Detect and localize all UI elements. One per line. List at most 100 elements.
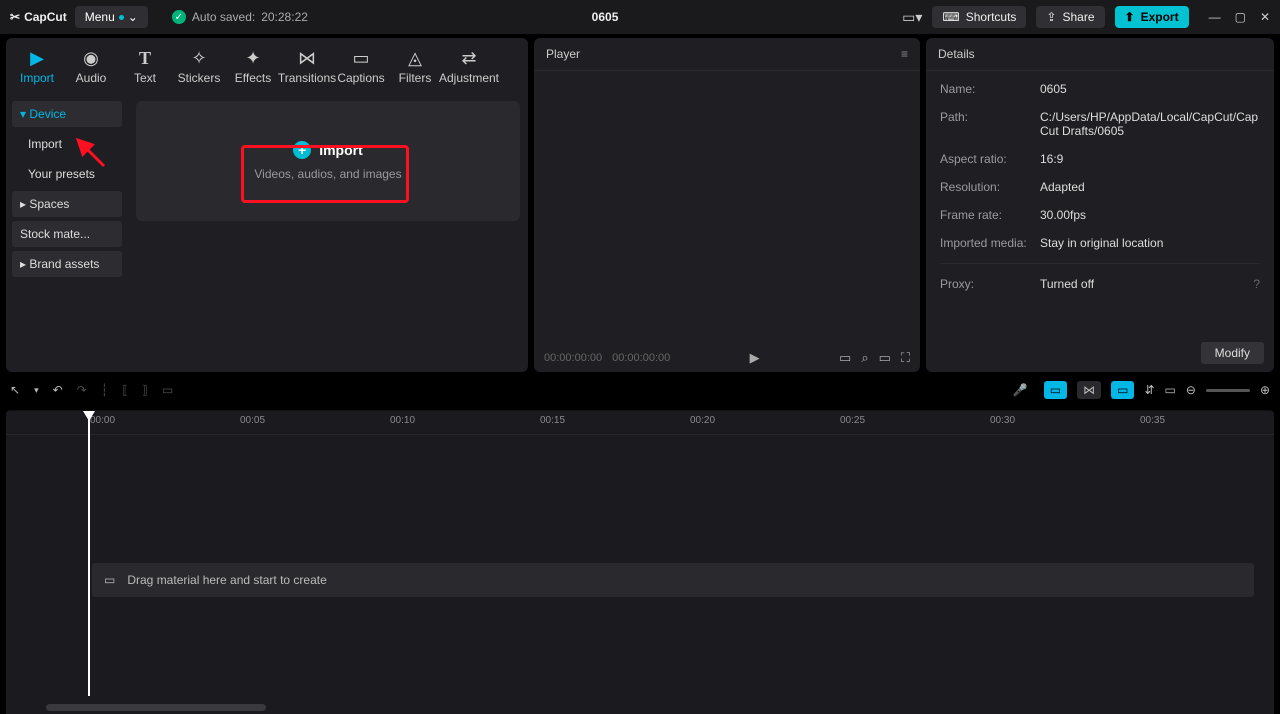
sidebar-item-brand[interactable]: ▸ Brand assets [12,251,122,277]
help-icon[interactable]: ? [1253,277,1260,291]
tab-effects[interactable]: ✦Effects [226,44,280,95]
aspect-ratio-icon[interactable]: ▭ [839,350,851,366]
timeline: 00:0000:0500:1000:1500:2000:2500:3000:35… [6,410,1274,714]
tab-import-label: Import [20,71,54,85]
detail-label-path: Path: [940,110,1040,138]
modify-button[interactable]: Modify [1201,342,1264,364]
tab-stickers[interactable]: ✧ Stickers [172,44,226,95]
mic-icon[interactable]: 🎤 [1013,383,1028,397]
autosave-prefix: Auto saved: [192,10,255,24]
transitions-icon: ⋈ [298,48,316,68]
cursor-icon[interactable]: ↖ [10,383,20,397]
sidebar-item-device[interactable]: ▾ Device [12,101,122,127]
shortcuts-button[interactable]: ⌨ Shortcuts [932,6,1026,28]
minimize-icon[interactable]: — [1209,10,1221,24]
player-time-current: 00:00:00:00 [544,352,602,364]
player-title: Player [546,47,580,61]
fullscreen-icon[interactable]: ⛶ [901,350,910,366]
player-time-total: 00:00:00:00 [612,352,670,364]
clip-icon: ▭ [104,573,115,587]
import-icon: ▶ [30,48,44,68]
trim-left-icon[interactable]: ⟦ [122,383,128,397]
play-icon[interactable]: ▶ [750,350,760,366]
export-button[interactable]: ⬆ Export [1115,6,1189,28]
chevron-down-icon: ⌄ [128,10,138,24]
tab-filters[interactable]: ◬Filters [388,44,442,95]
tab-adjustment[interactable]: ⇄ Adjustment [442,44,496,95]
scissors-icon: ✂ [10,10,20,24]
detail-value-name: 0605 [1040,82,1067,96]
media-sidebar: ▾ Device Import Your presets ▸ Spaces St… [6,95,128,372]
sidebar-item-stock[interactable]: Stock mate... [12,221,122,247]
project-title: 0605 [316,10,894,24]
tab-stickers-label: Stickers [178,71,221,85]
detail-label-name: Name: [940,82,1040,96]
undo-icon[interactable]: ↶ [53,383,63,397]
sidebar-stock-label: Stock mate... [20,227,90,241]
zoom-in-icon[interactable]: ⊕ [1260,383,1270,397]
import-card-title: Import [319,142,363,158]
menu-button[interactable]: Menu ⌄ [75,6,148,28]
share-button[interactable]: ⇪ Share [1036,6,1104,28]
cursor-dropdown-icon[interactable]: ▾ [34,385,39,396]
zoom-slider[interactable] [1206,389,1250,392]
timeline-settings-icon[interactable]: ▭ [1165,383,1176,397]
timeline-ruler[interactable]: 00:0000:0500:1000:1500:2000:2500:3000:35 [6,411,1274,435]
sidebar-item-import[interactable]: Import [12,131,122,157]
redo-icon[interactable]: ↷ [77,383,87,397]
timeline-drop-zone[interactable]: ▭ Drag material here and start to create [92,563,1254,597]
tab-audio[interactable]: ◉Audio [64,44,118,95]
detail-value-aspect: 16:9 [1040,152,1063,166]
scale-icon[interactable]: ⌕ [861,350,868,366]
player-viewport [534,71,920,344]
audio-icon: ◉ [83,48,99,68]
snap-preview-icon[interactable]: ▭ [1111,381,1134,399]
link-icon[interactable]: ⋈ [1077,381,1101,399]
playhead[interactable] [88,411,90,696]
snap-main-icon[interactable]: ▭ [1044,381,1067,399]
stickers-icon: ✧ [191,48,206,68]
split-icon[interactable]: ┆ [101,383,108,397]
player-menu-icon[interactable]: ≡ [901,47,908,61]
player-controls: 00:00:00:00 00:00:00:00 ▶ ▭ ⌕ ▭ ⛶ [534,344,920,372]
sidebar-item-presets[interactable]: Your presets [12,161,122,187]
ruler-mark: 00:35 [1140,415,1165,426]
ratio-box-icon[interactable]: ▭ [879,350,891,366]
menu-label: Menu [85,10,115,24]
export-label: Export [1141,10,1179,24]
text-icon: T [139,48,151,68]
tab-captions[interactable]: ▭Captions [334,44,388,95]
detail-value-proxy: Turned off [1040,277,1094,291]
import-card-subtitle: Videos, audios, and images [254,167,401,181]
detail-value-path: C:/Users/HP/AppData/Local/CapCut/CapCut … [1040,110,1260,138]
autosave-status: ✓ Auto saved: 20:28:22 [172,10,308,24]
align-icon[interactable]: ⇵ [1144,383,1154,397]
timeline-scroll-thumb[interactable] [46,704,266,711]
timeline-drop-hint: Drag material here and start to create [127,573,326,587]
tab-filters-label: Filters [399,71,432,85]
share-icon: ⇪ [1046,10,1056,24]
maximize-icon[interactable]: ▢ [1235,10,1246,24]
adjust-icon: ⇄ [461,48,476,68]
timeline-scrollbar[interactable] [6,700,1274,714]
delete-icon[interactable]: ▭ [162,383,173,397]
import-card[interactable]: + Import Videos, audios, and images [136,101,520,221]
tab-text[interactable]: TText [118,44,172,95]
ruler-mark: 00:00 [90,415,115,426]
tab-transitions-label: Transitions [278,71,336,85]
tab-transitions[interactable]: ⋈ Transitions [280,44,334,95]
detail-value-resolution: Adapted [1040,180,1085,194]
detail-label-framerate: Frame rate: [940,208,1040,222]
close-icon[interactable]: ✕ [1260,10,1270,24]
tab-adjustment-label: Adjustment [439,71,499,85]
ruler-mark: 00:10 [390,415,415,426]
autosave-time: 20:28:22 [261,10,308,24]
trim-right-icon[interactable]: ⟧ [142,383,148,397]
zoom-out-icon[interactable]: ⊖ [1186,383,1196,397]
sidebar-item-spaces[interactable]: ▸ Spaces [12,191,122,217]
layout-icon[interactable]: ▭▾ [902,9,922,26]
tab-import[interactable]: ▶ Import [10,44,64,95]
media-panel: ▶Import ◉Audio TText ✧Stickers ✦Effects … [6,38,528,372]
timeline-toolbar: ↖ ▾ ↶ ↷ ┆ ⟦ ⟧ ▭ 🎤 ▭ ⋈ ▭ ⇵ ▭ ⊖ ⊕ [0,372,1280,408]
titlebar: ✂ CapCut Menu ⌄ ✓ Auto saved: 20:28:22 0… [0,0,1280,34]
